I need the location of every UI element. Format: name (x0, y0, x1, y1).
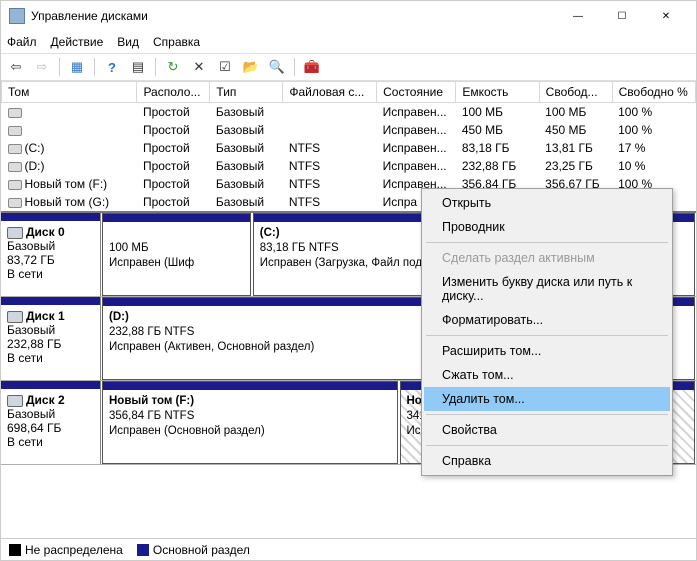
search-icon[interactable]: 🔍 (266, 56, 288, 78)
menu-action[interactable]: Действие (51, 35, 104, 49)
disk-icon (7, 227, 23, 239)
table-row[interactable]: (D:)ПростойБазовыйNTFSИсправен...232,88 … (2, 157, 696, 175)
cm-make-active: Сделать раздел активным (424, 246, 670, 270)
cm-delete-volume[interactable]: Удалить том... (424, 387, 670, 411)
cm-extend[interactable]: Расширить том... (424, 339, 670, 363)
disk-header[interactable]: Диск 0Базовый83,72 ГБВ сети (1, 213, 101, 296)
volume-icon (8, 162, 22, 172)
col-fs[interactable]: Файловая с... (283, 82, 377, 103)
menubar: Файл Действие Вид Справка (1, 31, 696, 53)
disk-icon (7, 311, 23, 323)
col-free[interactable]: Свобод... (539, 82, 612, 103)
list-icon[interactable]: ▤ (127, 56, 149, 78)
cm-properties[interactable]: Свойства (424, 418, 670, 442)
settings-icon[interactable]: ☑ (214, 56, 236, 78)
cancel-icon[interactable]: ✕ (188, 56, 210, 78)
legend-unallocated: Не распределена (25, 543, 123, 557)
wizard-icon[interactable]: 🧰 (301, 56, 323, 78)
volume-icon (8, 144, 22, 154)
app-icon (9, 8, 25, 24)
cm-shrink[interactable]: Сжать том... (424, 363, 670, 387)
back-icon[interactable]: ⇦ (5, 56, 27, 78)
menu-view[interactable]: Вид (117, 35, 139, 49)
volume-icon (8, 108, 22, 118)
volume-icon (8, 180, 22, 190)
titlebar: Управление дисками — ☐ ✕ (1, 1, 696, 31)
col-status[interactable]: Состояние (377, 82, 456, 103)
cm-change-letter[interactable]: Изменить букву диска или путь к диску... (424, 270, 670, 308)
maximize-button[interactable]: ☐ (600, 2, 644, 30)
table-row[interactable]: ПростойБазовыйИсправен...450 МБ450 МБ100… (2, 121, 696, 139)
cm-open[interactable]: Открыть (424, 191, 670, 215)
table-row[interactable]: ПростойБазовыйИсправен...100 МБ100 МБ100… (2, 103, 696, 122)
context-menu: Открыть Проводник Сделать раздел активны… (421, 188, 673, 476)
disk-icon (7, 395, 23, 407)
help-icon[interactable]: ? (101, 56, 123, 78)
minimize-button[interactable]: — (556, 2, 600, 30)
disk-header[interactable]: Диск 1Базовый232,88 ГБВ сети (1, 297, 101, 380)
refresh-icon[interactable]: ↻ (162, 56, 184, 78)
col-type[interactable]: Тип (210, 82, 283, 103)
toolbar: ⇦ ⇨ ▦ ? ▤ ↻ ✕ ☑ 📂 🔍 🧰 (1, 53, 696, 81)
open-icon[interactable]: 📂 (240, 56, 262, 78)
cm-explorer[interactable]: Проводник (424, 215, 670, 239)
table-row[interactable]: (C:)ПростойБазовыйNTFSИсправен...83,18 Г… (2, 139, 696, 157)
col-volume[interactable]: Том (2, 82, 137, 103)
cm-format[interactable]: Форматировать... (424, 308, 670, 332)
partition[interactable]: Новый том (F:)356,84 ГБ NTFSИсправен (Ос… (102, 381, 398, 464)
menu-file[interactable]: Файл (7, 35, 37, 49)
col-capacity[interactable]: Емкость (456, 82, 539, 103)
cm-help[interactable]: Справка (424, 449, 670, 473)
volume-icon (8, 198, 22, 208)
show-hide-tree-icon[interactable]: ▦ (66, 56, 88, 78)
window-title: Управление дисками (31, 9, 556, 23)
col-pct[interactable]: Свободно % (612, 82, 695, 103)
menu-help[interactable]: Справка (153, 35, 200, 49)
close-button[interactable]: ✕ (644, 2, 688, 30)
legend-primary: Основной раздел (153, 543, 250, 557)
partition[interactable]: 100 МБИсправен (Шиф (102, 213, 251, 296)
disk-header[interactable]: Диск 2Базовый698,64 ГБВ сети (1, 381, 101, 464)
volume-icon (8, 126, 22, 136)
col-layout[interactable]: Располо... (137, 82, 210, 103)
forward-icon[interactable]: ⇨ (31, 56, 53, 78)
legend: Не распределена Основной раздел (1, 538, 696, 560)
